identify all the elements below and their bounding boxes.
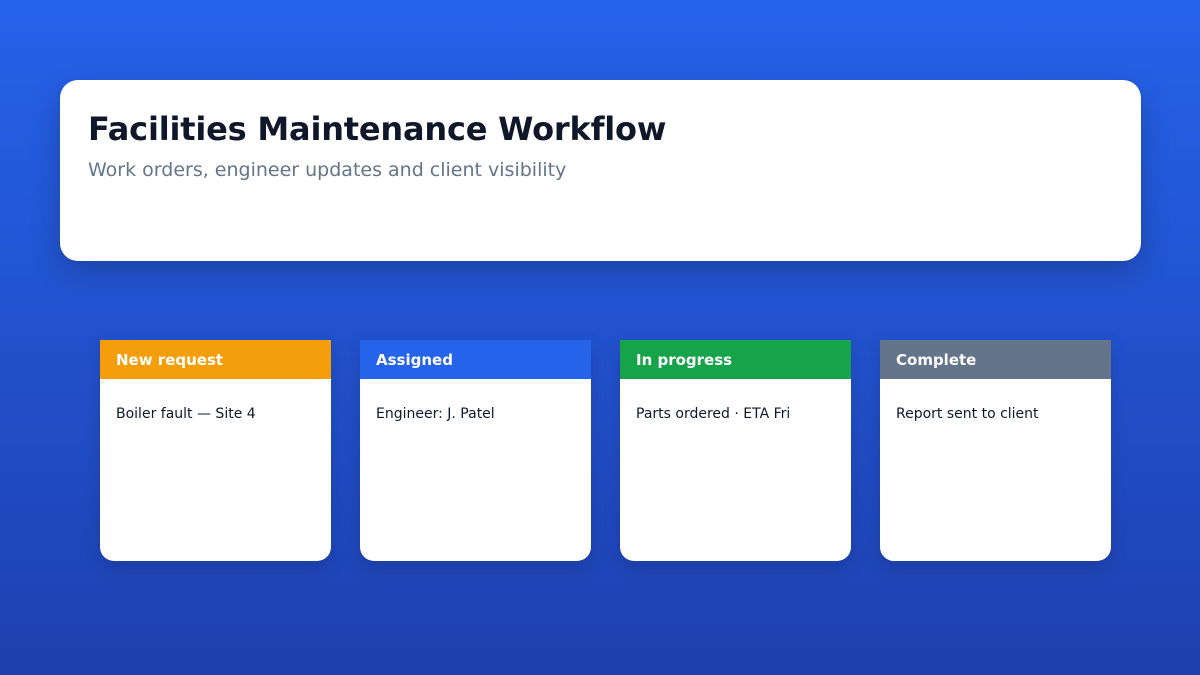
page-subtitle: Work orders, engineer updates and client… — [88, 159, 567, 181]
stage-label: New request — [116, 350, 224, 369]
stage-detail: Parts ordered · ETA Fri — [636, 406, 791, 422]
stage-card-in-progress: In progress Parts ordered · ETA Fri — [620, 340, 851, 561]
stage-detail: Boiler fault — Site 4 — [116, 406, 256, 422]
stage-card-new-request: New request Boiler fault — Site 4 — [100, 340, 331, 561]
header-card: Facilities Maintenance Workflow Work ord… — [60, 80, 1141, 261]
stage-header-in-progress: In progress — [620, 340, 851, 379]
workflow-stages: New request Boiler fault — Site 4 Assign… — [100, 340, 1111, 561]
stage-label: Complete — [896, 350, 977, 369]
stage-label: Assigned — [376, 350, 453, 369]
page-title: Facilities Maintenance Workflow — [88, 110, 667, 148]
stage-label: In progress — [636, 350, 733, 369]
stage-detail: Engineer: J. Patel — [376, 406, 495, 422]
stage-card-complete: Complete Report sent to client — [880, 340, 1111, 561]
stage-header-complete: Complete — [880, 340, 1111, 379]
stage-card-assigned: Assigned Engineer: J. Patel — [360, 340, 591, 561]
stage-header-assigned: Assigned — [360, 340, 591, 379]
stage-header-new-request: New request — [100, 340, 331, 379]
stage-detail: Report sent to client — [896, 406, 1039, 422]
